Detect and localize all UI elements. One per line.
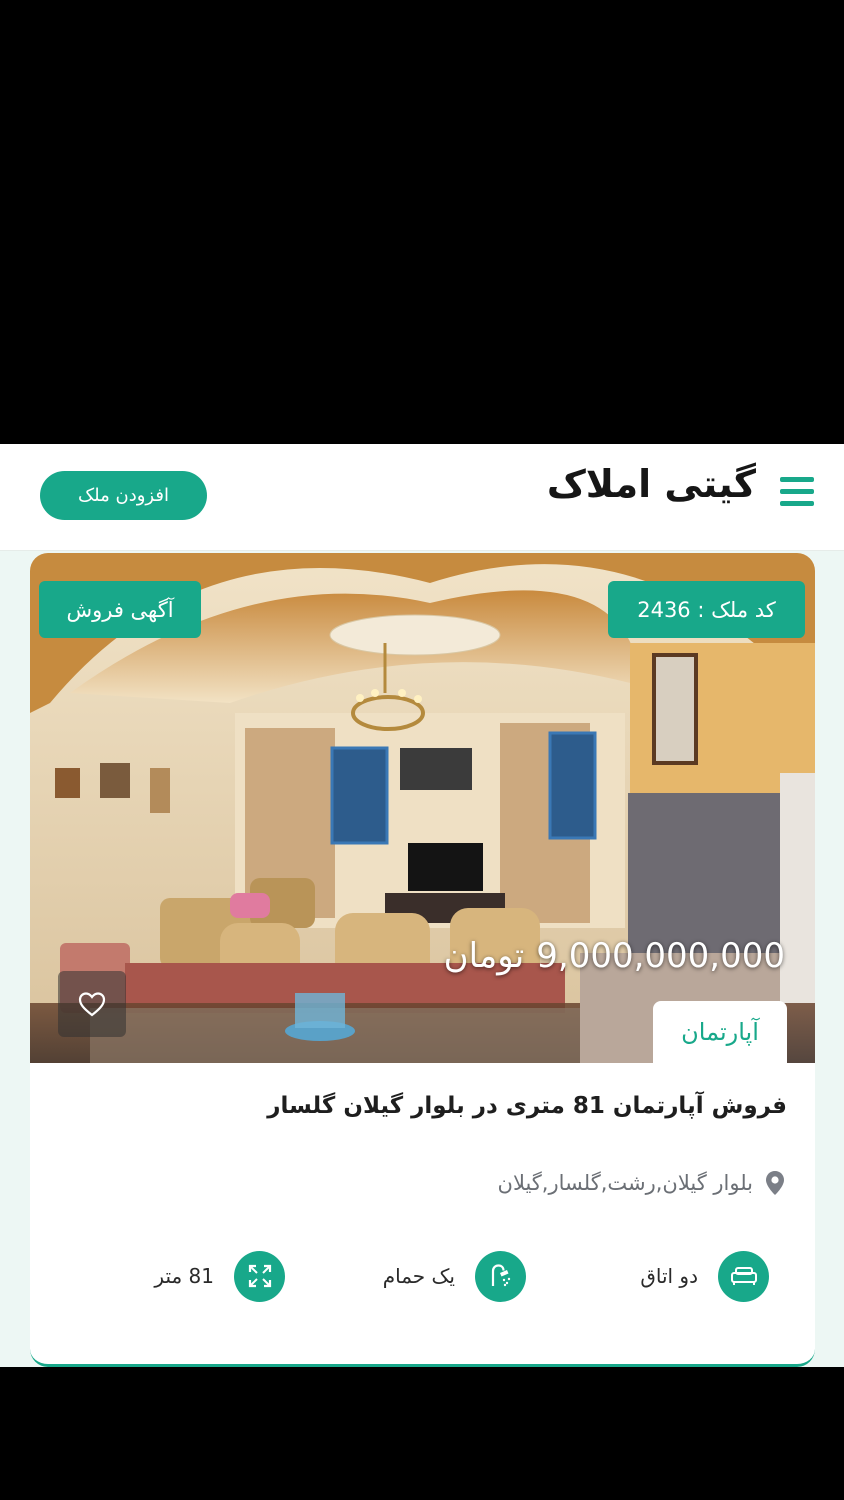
top-black-area xyxy=(0,0,844,444)
baths-text: یک حمام xyxy=(382,1264,455,1288)
bottom-black-area xyxy=(0,1367,844,1500)
features-row: دو اتاق یک حمام 81 متر xyxy=(30,1250,815,1302)
property-type-tab: آپارتمان xyxy=(653,1001,787,1063)
feature-area: 81 متر xyxy=(154,1250,285,1302)
expand-area-icon xyxy=(234,1250,285,1302)
price-label: 9,000,000,000 تومان xyxy=(444,936,785,976)
hamburger-menu-icon[interactable] xyxy=(780,477,814,507)
favorite-button[interactable] xyxy=(58,971,126,1037)
listing-title[interactable]: فروش آپارتمان 81 متری در بلوار گیلان گلس… xyxy=(267,1093,787,1119)
feature-baths: یک حمام xyxy=(383,1250,526,1302)
sale-ad-badge: آگهی فروش xyxy=(39,581,201,638)
feature-rooms: دو اتاق xyxy=(640,1250,769,1302)
shower-icon xyxy=(475,1250,526,1302)
bed-icon xyxy=(718,1250,769,1302)
property-code-badge: کد ملک : 2436 xyxy=(608,581,805,638)
location-pin-icon xyxy=(766,1171,784,1195)
app-header: گیتی املاک افزودن ملک xyxy=(0,444,844,551)
heart-icon xyxy=(78,992,106,1017)
listing-location: بلوار گیلان,رشت,گلسار,گیلان xyxy=(498,1170,785,1196)
price-amount: 9,000,000,000 xyxy=(536,936,785,976)
add-property-button[interactable]: افزودن ملک xyxy=(40,471,207,520)
rooms-text: دو اتاق xyxy=(640,1264,698,1288)
property-card[interactable]: کد ملک : 2436 آگهی فروش 9,000,000,000 تو… xyxy=(30,553,815,1367)
area-text: 81 متر xyxy=(154,1264,214,1288)
price-unit: تومان xyxy=(443,936,525,976)
brand-title: گیتی املاک xyxy=(546,462,756,506)
location-text: بلوار گیلان,رشت,گلسار,گیلان xyxy=(497,1171,753,1195)
